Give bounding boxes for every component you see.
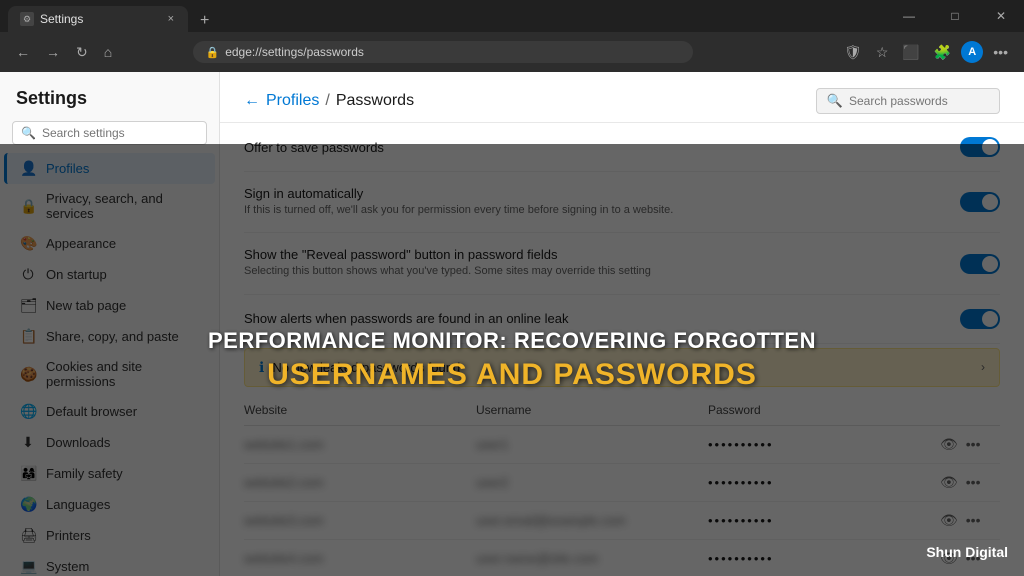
overlay-content: PERFORMANCE MONITOR: RECOVERING FORGOTTE… (0, 144, 1024, 576)
home-button[interactable]: ⌂ (100, 40, 116, 64)
profile-avatar[interactable]: A (961, 41, 983, 63)
search-passwords-icon: 🔍 (827, 93, 843, 109)
back-button[interactable]: ← (12, 40, 34, 64)
browser-window: ⚙ Settings × + — □ ✕ ← → ↻ ⌂ 🔒 edge://se… (0, 0, 1024, 576)
search-settings-input[interactable] (42, 126, 198, 140)
overlay-title: PERFORMANCE MONITOR: RECOVERING FORGOTTE… (208, 328, 816, 354)
collections-icon[interactable]: ⬛ (898, 40, 923, 65)
search-passwords-input[interactable] (849, 94, 989, 108)
url-text: edge://settings/passwords (225, 45, 681, 59)
browser-actions: 🛡 ☆ ⬛ 🧩 A ••• (840, 40, 1012, 65)
maximize-button[interactable]: □ (932, 1, 978, 31)
tab-label: Settings (40, 12, 160, 26)
address-bar: ← → ↻ ⌂ 🔒 edge://settings/passwords 🛡 ☆ … (0, 32, 1024, 72)
close-button[interactable]: ✕ (978, 1, 1024, 31)
tab-bar: ⚙ Settings × + — □ ✕ (0, 0, 1024, 32)
search-settings-box[interactable]: 🔍 (12, 121, 207, 145)
url-box[interactable]: 🔒 edge://settings/passwords (193, 41, 693, 63)
breadcrumb: ← Profiles / Passwords (244, 92, 414, 110)
search-passwords-box[interactable]: 🔍 (816, 88, 1000, 114)
shield-icon[interactable]: 🛡 (840, 40, 866, 65)
breadcrumb-separator: / (325, 92, 329, 110)
refresh-button[interactable]: ↻ (72, 40, 92, 65)
breadcrumb-current-page: Passwords (336, 92, 414, 110)
forward-button[interactable]: → (42, 40, 64, 64)
tab-favicon: ⚙ (20, 12, 34, 26)
favorites-icon[interactable]: ☆ (872, 40, 893, 65)
breadcrumb-back-icon[interactable]: ← (244, 92, 260, 110)
lock-icon: 🔒 (205, 46, 219, 59)
tab-close-btn[interactable]: × (166, 11, 176, 27)
more-options-icon[interactable]: ••• (989, 40, 1012, 64)
extensions-icon[interactable]: 🧩 (930, 40, 955, 65)
overlay: PERFORMANCE MONITOR: RECOVERING FORGOTTE… (0, 144, 1024, 576)
overlay-subtitle: USERNAMES AND PASSWORDS (267, 358, 757, 392)
minimize-button[interactable]: — (886, 1, 932, 31)
breadcrumb-profiles-link[interactable]: Profiles (266, 92, 319, 110)
sidebar-title: Settings (0, 80, 219, 121)
search-icon: 🔍 (21, 126, 36, 140)
main-content: Settings 🔍 👤 Profiles 🔒 Privacy, search,… (0, 72, 1024, 576)
overlay-brand: Shun Digital (926, 544, 1008, 560)
settings-tab[interactable]: ⚙ Settings × (8, 6, 188, 32)
content-header: ← Profiles / Passwords 🔍 (220, 72, 1024, 123)
new-tab-button[interactable]: + (194, 10, 215, 32)
